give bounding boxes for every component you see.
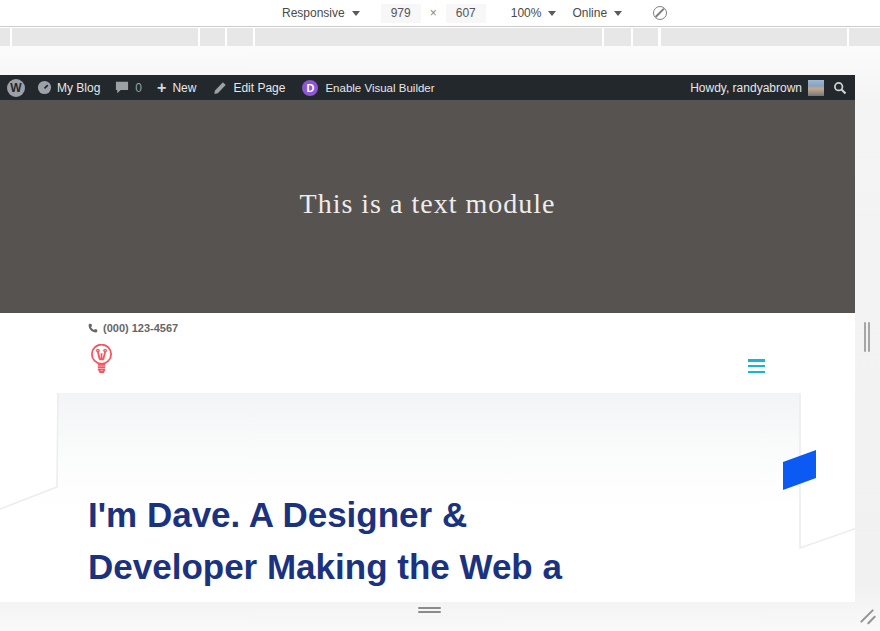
tab-segment — [633, 28, 658, 46]
admin-bar-account[interactable]: Howdy, randyabrown — [690, 80, 824, 96]
chevron-down-icon — [548, 11, 556, 16]
visual-builder-label: Enable Visual Builder — [325, 82, 434, 94]
wordpress-logo-icon[interactable]: W — [7, 79, 25, 97]
dimension-separator: × — [430, 6, 437, 20]
lightbulb-logo-icon — [90, 344, 113, 375]
phone-icon — [88, 323, 98, 333]
viewport-resize-handle-right[interactable] — [868, 322, 871, 352]
hero-content-section: I'm Dave. A Designer & Developer Making … — [0, 393, 855, 602]
site-logo[interactable] — [90, 344, 113, 379]
new-label: New — [172, 81, 196, 95]
viewport-width-input[interactable] — [381, 4, 421, 23]
hamburger-menu-icon[interactable] — [748, 359, 765, 373]
tab-segment — [661, 28, 847, 46]
viewport-height-input[interactable] — [446, 4, 486, 23]
header-phone[interactable]: (000) 123-4567 — [88, 322, 178, 334]
tab-segment — [604, 28, 631, 46]
edit-page-label: Edit Page — [233, 81, 285, 95]
text-module-text: This is a text module — [300, 188, 556, 220]
admin-bar-comments[interactable]: 0 — [115, 81, 142, 95]
dashboard-gauge-icon — [37, 80, 52, 95]
zoom-dropdown[interactable]: 100% — [511, 6, 557, 20]
site-header: (000) 123-4567 — [0, 313, 855, 393]
chevron-down-icon — [352, 11, 360, 16]
viewport-resize-handle-bottom[interactable] — [418, 611, 441, 614]
comment-count: 0 — [135, 81, 142, 95]
tab-segment — [200, 28, 225, 46]
comment-bubble-icon — [115, 81, 129, 94]
rotate-disabled-icon[interactable] — [653, 6, 667, 20]
page-heading: I'm Dave. A Designer & Developer Making … — [88, 489, 562, 593]
site-name-label: My Blog — [57, 81, 100, 95]
admin-bar-search[interactable] — [833, 81, 847, 95]
tab-segment — [12, 28, 198, 46]
wp-admin-bar: W My Blog 0 + New Edit Page D Enable Vis… — [0, 75, 855, 100]
howdy-label: Howdy, randyabrown — [690, 81, 802, 95]
pencil-icon — [213, 81, 227, 95]
text-module-section: This is a text module — [0, 100, 855, 313]
chevron-down-icon — [614, 11, 622, 16]
zoom-label: 100% — [511, 6, 542, 20]
search-icon — [833, 81, 847, 95]
throttle-label: Online — [572, 6, 607, 20]
phone-number: (000) 123-4567 — [103, 322, 178, 334]
device-type-label: Responsive — [282, 6, 345, 20]
plus-icon: + — [157, 79, 166, 97]
browser-tab-strip — [0, 28, 880, 46]
responsive-viewport: W My Blog 0 + New Edit Page D Enable Vis… — [0, 75, 855, 602]
divi-icon: D — [302, 80, 318, 96]
admin-bar-site-name[interactable]: My Blog — [37, 80, 100, 95]
device-type-dropdown[interactable]: Responsive — [282, 6, 360, 20]
admin-bar-edit-page[interactable]: Edit Page — [213, 81, 285, 95]
tab-segment — [255, 28, 602, 46]
devtools-device-toolbar: Responsive × 100% Online — [0, 0, 880, 27]
avatar — [808, 80, 824, 96]
tab-segment — [0, 28, 10, 46]
heading-line-2: Developer Making the Web a — [88, 541, 562, 593]
admin-bar-new[interactable]: + New — [157, 79, 196, 97]
tab-segment — [849, 28, 880, 46]
throttle-dropdown[interactable]: Online — [572, 6, 622, 20]
viewport-resize-handle-bottom[interactable] — [418, 607, 441, 610]
tab-segment — [227, 28, 253, 46]
heading-line-1: I'm Dave. A Designer & — [88, 489, 562, 541]
admin-bar-visual-builder[interactable]: D Enable Visual Builder — [302, 80, 434, 96]
viewport-resize-handle-right[interactable] — [864, 322, 867, 352]
